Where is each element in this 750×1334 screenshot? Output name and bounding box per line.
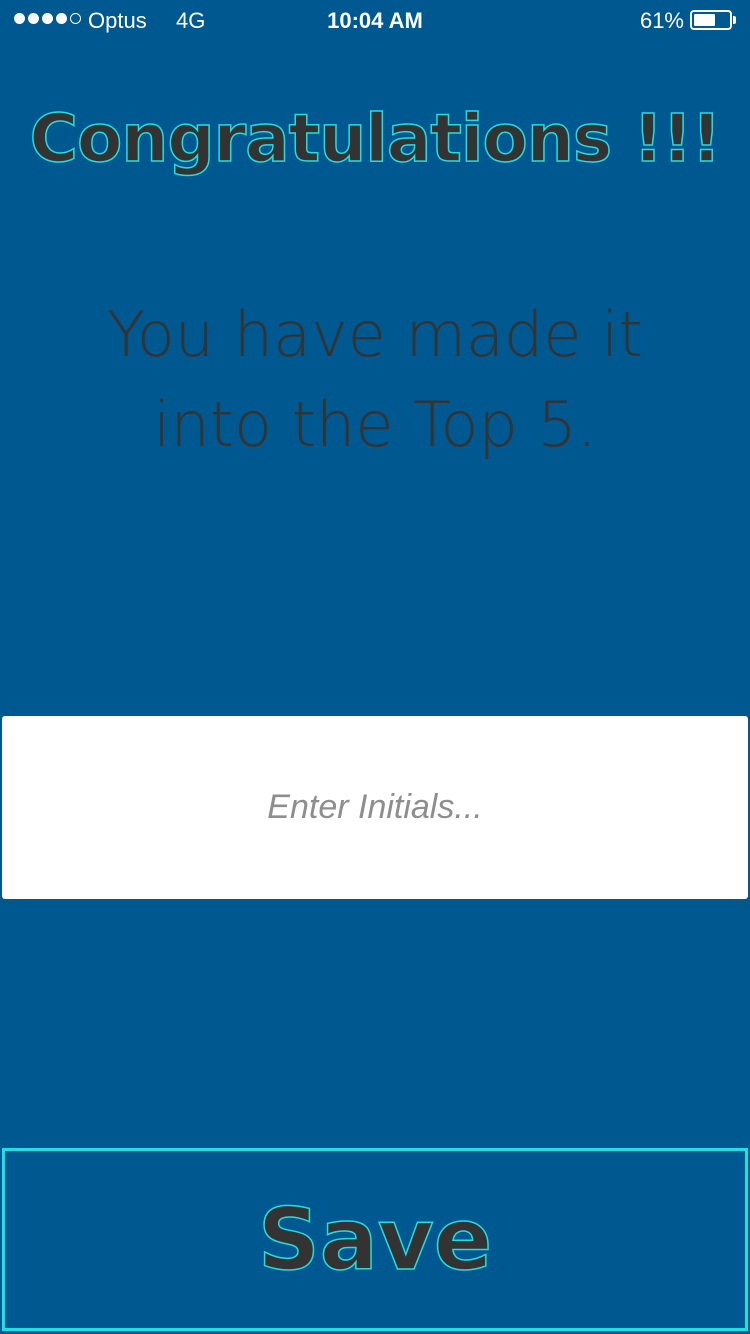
top5-message: You have made it into the Top 5. [60,290,690,470]
battery-level-fill [694,14,715,26]
battery-terminal [733,16,736,24]
battery-percent: 61% [639,8,684,33]
battery-icon [690,10,732,30]
page-title: Congratulations !!! [29,99,722,178]
status-time: 10:04 AM [327,8,423,33]
status-bar: Optus 4G 10:04 AM 61% [0,0,750,40]
initials-field[interactable] [2,716,748,899]
save-button[interactable]: Save [2,1148,748,1331]
initials-input[interactable] [2,716,748,899]
message-line-2: into the Top 5. [153,388,597,461]
message-line-1: You have made it [107,298,643,371]
save-button-label: Save [257,1189,493,1291]
